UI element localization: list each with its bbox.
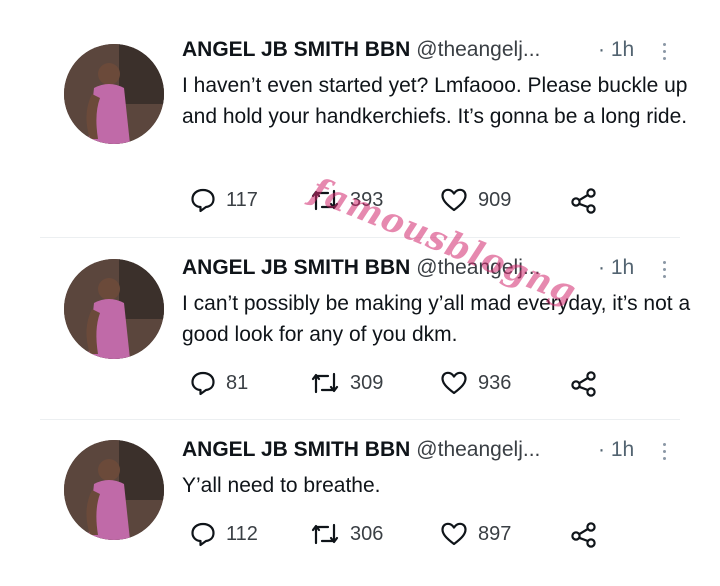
tweet-text: Y’all need to breathe. [182,474,381,497]
avatar-photo [64,440,164,540]
divider [40,419,680,420]
timestamp[interactable]: · 1h [598,256,634,280]
tweet-text: I can’t possibly be making y’all mad eve… [182,292,691,346]
heart-icon [441,522,467,546]
share-button[interactable] [570,519,598,549]
avatar[interactable] [64,259,164,359]
reply-button[interactable]: 117 [190,185,258,215]
divider [40,237,680,238]
reply-count: 112 [226,522,258,545]
tweet-actions: 112 306 897 [182,519,702,549]
timestamp[interactable]: · 1h [598,38,634,62]
reply-icon [191,522,215,547]
like-button[interactable]: 909 [440,185,511,215]
tweet-actions: 81 309 936 [182,368,702,398]
retweet-button[interactable]: 393 [310,185,383,215]
retweet-count: 393 [350,188,384,211]
retweet-button[interactable]: 309 [310,368,383,398]
tweet-header: ANGEL JB SMITH BBN @theangelj... [182,38,540,62]
heart-icon [441,371,467,395]
heart-icon [441,188,467,212]
tweet-actions: 117 393 909 [182,185,702,215]
reply-count: 81 [226,371,249,394]
timestamp[interactable]: · 1h [598,438,634,462]
tweet-header: ANGEL JB SMITH BBN @theangelj... [182,256,540,280]
share-icon [571,522,596,548]
share-button[interactable] [570,185,598,215]
reply-icon [191,371,215,396]
more-options-icon[interactable] [658,440,670,466]
avatar-photo [64,259,164,359]
display-name[interactable]: ANGEL JB SMITH BBN [182,38,410,61]
share-icon [571,188,596,214]
reply-icon [191,188,215,213]
user-handle[interactable]: @theangelj... [416,38,540,61]
retweet-icon [311,372,339,394]
share-icon [571,371,596,397]
more-options-icon[interactable] [658,258,670,284]
reply-button[interactable]: 112 [190,519,258,549]
avatar-photo [64,44,164,144]
display-name[interactable]: ANGEL JB SMITH BBN [182,438,410,461]
more-options-icon[interactable] [658,40,670,66]
user-handle[interactable]: @theangelj... [416,256,540,279]
tweet-header: ANGEL JB SMITH BBN @theangelj... [182,438,540,462]
retweet-count: 306 [350,522,384,545]
retweet-icon [311,189,339,211]
like-count: 897 [478,522,512,545]
display-name[interactable]: ANGEL JB SMITH BBN [182,256,410,279]
avatar[interactable] [64,440,164,540]
avatar[interactable] [64,44,164,144]
reply-button[interactable]: 81 [190,368,248,398]
like-count: 936 [478,371,512,394]
reply-count: 117 [226,188,258,211]
like-count: 909 [478,188,512,211]
like-button[interactable]: 897 [440,519,511,549]
like-button[interactable]: 936 [440,368,511,398]
tweet-text: I haven’t even started yet? Lmfaooo. Ple… [182,74,688,128]
share-button[interactable] [570,368,598,398]
retweet-button[interactable]: 306 [310,519,383,549]
retweet-count: 309 [350,371,384,394]
retweet-icon [311,523,339,545]
user-handle[interactable]: @theangelj... [416,438,540,461]
